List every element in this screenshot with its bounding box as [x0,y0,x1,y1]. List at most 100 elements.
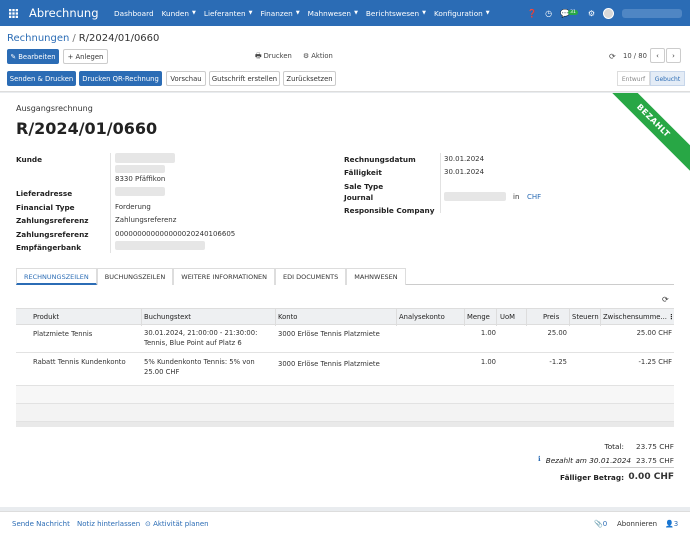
customer-city: 8330 Pfäffikon [115,175,166,183]
column-separator [526,309,527,326]
row-price: -1.25 [549,358,567,366]
status-bar: Entwurf Gebucht [617,71,685,86]
column-account[interactable]: Konto [278,313,297,321]
journal-currency[interactable]: CHF [527,193,541,201]
menu-konfiguration[interactable]: Konfiguration ▼ [434,9,490,18]
column-uom[interactable]: UoM [500,313,515,321]
credit-note-button[interactable]: Gutschrift erstellen [209,71,280,86]
paid-on-label: Bezahlt am 30.01.2024 [545,456,631,465]
send-message-button[interactable]: Sende Nachricht [12,520,70,528]
field-divider [440,153,441,213]
paid-ribbon: BEZAHLT [597,93,690,177]
menu-label: Mahnwesen [307,8,352,18]
row-account: 3000 Erlöse Tennis Platzmiete [278,330,380,338]
pager-value[interactable]: 10 / 80 [623,52,647,60]
apps-menu-icon[interactable] [0,0,26,26]
total-value: 23.75 CHF [636,442,674,451]
status-draft[interactable]: Entwurf [617,71,650,86]
column-product[interactable]: Produkt [33,313,59,321]
column-separator [396,309,397,326]
print-qr-button[interactable]: Drucken QR-Rechnung [79,71,162,86]
tab-other-info[interactable]: WEITERE INFORMATIONEN [173,268,276,285]
attachments-button[interactable]: 📎0 [594,520,607,528]
user-name[interactable] [622,8,682,18]
settings-icon[interactable]: ⚙ [588,9,595,18]
menu-finanzen[interactable]: Finanzen ▼ [260,9,299,18]
form-sheet: BEZAHLT Ausgangsrechnung R/2024/01/0660 … [0,93,690,507]
column-quantity[interactable]: Menge [467,313,490,321]
chat-icon[interactable]: 💬31 [560,9,580,18]
avatar[interactable] [603,7,614,19]
column-separator [569,309,570,326]
reload-icon[interactable]: ⟳ [609,52,616,61]
schedule-activity-button[interactable]: ⊙ Aktivität planen [145,520,209,528]
row-quantity: 1.00 [480,329,496,337]
amount-due-label: Fälliger Betrag: [560,473,624,482]
followers-button[interactable]: 👤3 [665,520,678,528]
main-menu: Dashboard Kunden ▼ Lieferanten ▼ Finanzen ▼… [114,9,498,18]
delivery-address[interactable] [115,187,165,196]
app-title[interactable]: Abrechnung [29,6,114,20]
payment-ref-label: Zahlungsreferenz [16,230,89,239]
create-button[interactable]: + Anlegen [63,49,108,64]
edit-button[interactable]: ✎ Bearbeiten [7,49,59,64]
sale-type-label: Sale Type [344,182,384,191]
customer-name[interactable] [115,153,175,163]
send-print-button[interactable]: Senden & Drucken [7,71,76,86]
journal-value[interactable] [444,192,506,201]
clock-icon[interactable]: ◷ [545,9,552,18]
refresh-icon[interactable]: ⟳ [662,295,669,304]
column-analytic[interactable]: Analysekonto [399,313,445,321]
row-text-line: 5% Kundenkonto Tennis: 5% von [144,358,255,366]
paperclip-icon: 📎 [594,519,603,528]
followers-count: 3 [673,519,679,528]
menu-mahnwesen[interactable]: Mahnwesen ▼ [308,9,358,18]
info-icon[interactable]: ℹ [538,455,541,463]
column-subtotal[interactable]: Zwischensumme... [603,313,667,321]
pager-next-icon[interactable]: › [666,48,681,63]
systray: ❓ ◷ 💬31 ⚙ [527,0,690,26]
caret-down-icon: ▼ [422,10,426,16]
caret-down-icon: ▼ [248,10,253,16]
menu-lieferanten[interactable]: Lieferanten ▼ [204,9,253,18]
row-text-line: 25.00 CHF [144,368,180,376]
amount-due-value: 0.00 CHF [628,472,674,482]
row-subtotal: -1.25 CHF [638,358,672,366]
breadcrumb-parent[interactable]: Rechnungen [7,33,69,44]
status-posted[interactable]: Gebucht [650,71,685,86]
action-button[interactable]: ⚙ Aktion [303,52,333,60]
table-row[interactable]: Platzmiete Tennis 30.01.2024, 21:00:00 -… [16,325,674,353]
payment-ref-label: Zahlungsreferenz [16,216,89,225]
breadcrumb-current: R/2024/01/0660 [78,33,160,44]
pager-previous-icon[interactable]: ‹ [650,48,665,63]
row-product: Rabatt Tennis Kundenkonto [33,358,126,366]
menu-berichtswesen[interactable]: Berichtswesen ▼ [366,9,426,18]
help-icon[interactable]: ❓ [527,9,537,18]
menu-dashboard[interactable]: Dashboard [114,9,154,18]
column-options-icon[interactable]: ⋮ [668,313,675,321]
menu-kunden[interactable]: Kunden ▼ [162,9,196,18]
document-number: R/2024/01/0660 [16,119,158,138]
menu-label: Finanzen [260,8,293,18]
tab-edi-documents[interactable]: EDI DOCUMENTS [275,268,347,285]
log-note-button[interactable]: Notiz hinterlassen [77,520,140,528]
column-price[interactable]: Preis [543,313,559,321]
invoice-date-label: Rechnungsdatum [344,155,416,164]
tab-journal-items[interactable]: BUCHUNGSZEILEN [96,268,174,285]
due-date-label: Fälligkeit [344,168,382,177]
tab-dunning[interactable]: MAHNWESEN [346,268,406,285]
column-text[interactable]: Buchungstext [144,313,191,321]
print-button[interactable]: 🖶 Drucken [255,52,292,63]
table-row[interactable]: Rabatt Tennis Kundenkonto 5% Kundenkonto… [16,353,674,386]
paid-value: 23.75 CHF [636,456,674,465]
tab-invoice-lines[interactable]: RECHNUNGSZEILEN [16,268,97,285]
payment-ref-value: 000000000000000020240106605 [115,230,236,238]
reset-button[interactable]: Zurücksetzen [283,71,336,86]
invoice-date-value: 30.01.2024 [444,155,485,163]
bank-value[interactable] [115,241,205,250]
column-taxes[interactable]: Steuern [572,313,599,321]
menu-label: Kunden [161,8,190,18]
column-separator [275,309,276,326]
follow-button[interactable]: Abonnieren [617,520,657,528]
preview-button[interactable]: Vorschau [166,71,206,86]
